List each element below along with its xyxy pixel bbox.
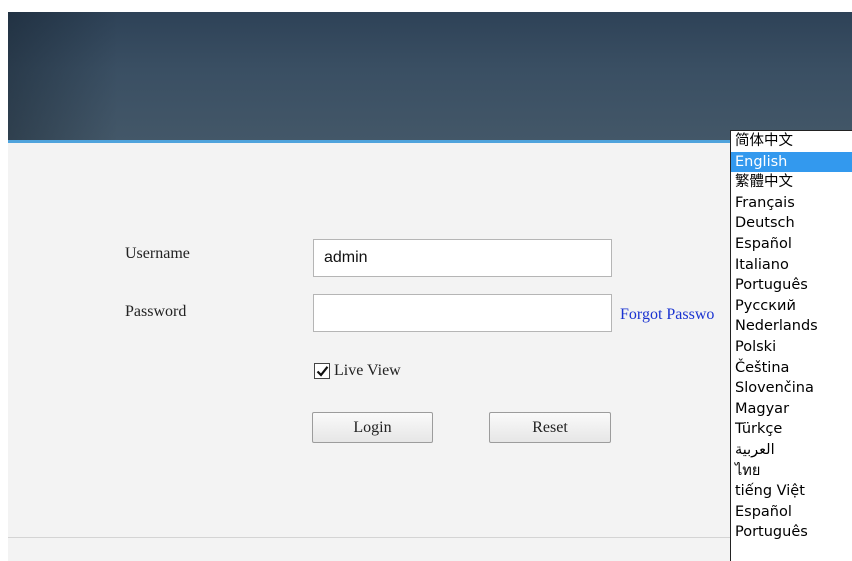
language-option[interactable]: العربية	[731, 440, 852, 461]
login-panel	[8, 143, 852, 538]
language-option[interactable]: Español	[731, 502, 852, 523]
language-option[interactable]: Magyar	[731, 399, 852, 420]
forgot-password-link[interactable]: Forgot Passwo	[620, 306, 714, 324]
username-input[interactable]: admin	[313, 239, 612, 277]
password-input[interactable]	[313, 294, 612, 332]
language-option[interactable]: tiếng Việt	[731, 481, 852, 502]
language-dropdown-list[interactable]: 简体中文 English 繁體中文 Français Deutsch Españ…	[730, 130, 852, 561]
language-option[interactable]: Türkçe	[731, 419, 852, 440]
live-view-option[interactable]: Live View	[314, 362, 401, 380]
reset-button[interactable]: Reset	[489, 412, 611, 443]
language-option[interactable]: Čeština	[731, 358, 852, 379]
live-view-checkbox[interactable]	[314, 363, 330, 379]
header-banner	[8, 12, 852, 140]
language-option[interactable]: Deutsch	[731, 213, 852, 234]
language-option[interactable]: 繁體中文	[731, 172, 852, 193]
live-view-label: Live View	[334, 362, 401, 379]
password-label: Password	[125, 303, 187, 320]
language-option[interactable]: Français	[731, 193, 852, 214]
language-option[interactable]: Русский	[731, 296, 852, 317]
language-option[interactable]: ไทย	[731, 461, 852, 482]
language-option[interactable]: 简体中文	[731, 131, 852, 152]
language-option[interactable]: Português	[731, 522, 852, 543]
language-option[interactable]: Polski	[731, 337, 852, 358]
language-option[interactable]: Nederlands	[731, 316, 852, 337]
header-shadow	[8, 12, 118, 140]
username-label: Username	[125, 245, 190, 262]
language-option[interactable]: Italiano	[731, 255, 852, 276]
language-option[interactable]: Español	[731, 234, 852, 255]
checkmark-icon	[316, 366, 328, 377]
login-button[interactable]: Login	[312, 412, 433, 443]
footer-strip	[8, 538, 852, 561]
language-option[interactable]: Slovenčina	[731, 378, 852, 399]
language-option-selected[interactable]: English	[731, 151, 852, 173]
top-margin	[0, 0, 852, 12]
language-option[interactable]: Português	[731, 275, 852, 296]
